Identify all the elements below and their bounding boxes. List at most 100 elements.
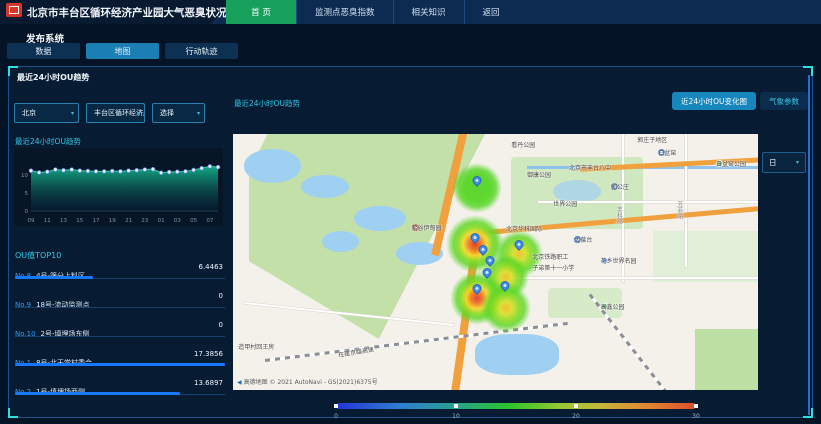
heat-blob bbox=[452, 163, 502, 213]
park-select[interactable]: 丰台区循环经济产 ▾ bbox=[86, 103, 145, 123]
progress-track bbox=[15, 392, 225, 395]
map-place-label-text: 丰科路 bbox=[614, 206, 623, 224]
filter-row: 北京 ▾ 丰台区循环经济产 ▾ 选择 ▾ bbox=[14, 103, 205, 123]
map-button-2[interactable]: 气象参数 bbox=[760, 92, 808, 110]
map-place-label-text: 高鑫公园 bbox=[601, 302, 625, 311]
dashboard-root: 北京市丰台区循环经济产业园大气恶臭状况实时 首 页监测点恶臭指数相关知识返回 发… bbox=[0, 0, 821, 424]
top5-title: OU值TOP10 bbox=[15, 250, 61, 261]
nav-item-1[interactable]: 首 页 bbox=[226, 0, 296, 24]
map-place-label-text: 白盆窑 bbox=[658, 148, 676, 157]
map-place-label-text: 紫谷伊甸园 bbox=[412, 223, 442, 232]
map-place-label-text: 郭庄子地区 bbox=[637, 135, 667, 144]
svg-text:13: 13 bbox=[60, 218, 67, 224]
ou-value: 0 bbox=[219, 292, 223, 300]
scale-marker bbox=[334, 404, 338, 408]
heatmap-map[interactable]: 看丹公园 郭庄子地区御康公园 北京市丰台八中世界公园紫谷伊甸园 北京华科国际大葆台北京… bbox=[233, 134, 758, 390]
map-place-label-text: 郭公庄 bbox=[611, 182, 629, 191]
scale-tick-label: 20 bbox=[572, 413, 580, 420]
svg-text:03: 03 bbox=[174, 218, 181, 224]
map-button-row: 近24小时OU变化图气象参数 bbox=[672, 92, 808, 110]
progress-track bbox=[15, 276, 225, 279]
svg-text:11: 11 bbox=[44, 218, 51, 224]
progress-track bbox=[15, 363, 225, 366]
svg-text:0: 0 bbox=[25, 209, 29, 215]
progress-fill bbox=[15, 392, 180, 395]
app-logo bbox=[6, 3, 22, 17]
scale-tick-label: 30 bbox=[692, 413, 700, 420]
svg-text:15: 15 bbox=[76, 218, 83, 224]
map-overlays: 看丹公园 郭庄子地区御康公园 北京市丰台八中世界公园紫谷伊甸园 北京华科国际大葆台北京… bbox=[233, 134, 758, 390]
ou-value: 6.4463 bbox=[199, 263, 224, 271]
trend-chart-label: 最近24小时OU趋势 bbox=[15, 136, 81, 147]
tab-2[interactable]: 地图 bbox=[86, 43, 159, 59]
svg-text:19: 19 bbox=[109, 218, 116, 224]
tab-3[interactable]: 行动轨迹 bbox=[165, 43, 238, 59]
map-place-label-text: 世界公园 bbox=[553, 199, 577, 208]
map-place-label: 花乡世界名园 bbox=[601, 257, 608, 264]
nav-item-2[interactable]: 监测点恶臭指数 bbox=[296, 0, 393, 24]
map-place-label-text: 看丹公园 bbox=[511, 140, 535, 149]
chevron-down-icon: ▾ bbox=[71, 110, 74, 117]
period-select[interactable]: 日 ▾ bbox=[762, 152, 806, 173]
scale-tick-label: 10 bbox=[452, 413, 460, 420]
map-place-label-text: 白盆窑公园 bbox=[716, 159, 746, 168]
map-place-label: 白盆窑 bbox=[658, 149, 665, 156]
svg-text:05: 05 bbox=[190, 218, 197, 224]
list-item: No.84号-筛分上料区6.4463 bbox=[15, 263, 225, 292]
city-select[interactable]: 北京 ▾ bbox=[14, 103, 79, 123]
app-title: 北京市丰台区循环经济产业园大气恶臭状况实时 bbox=[27, 5, 248, 20]
map-place-label: 高鑫公园 bbox=[601, 303, 608, 310]
map-button-1[interactable]: 近24小时OU变化图 bbox=[672, 92, 756, 110]
svg-text:10: 10 bbox=[21, 173, 28, 179]
map-chart-label: 最近24小时OU趋势 bbox=[234, 98, 300, 109]
map-place-label-text: 在建京雄高速 bbox=[337, 344, 374, 359]
ou-trend-svg: 0510091113151719212301030507 bbox=[15, 148, 223, 226]
period-select-value: 日 bbox=[769, 157, 777, 168]
svg-text:23: 23 bbox=[141, 218, 148, 224]
list-item: No.918号-流动监测点0 bbox=[15, 292, 225, 321]
map-place-label-text: 北京铁路职工 bbox=[532, 252, 568, 261]
progress-track bbox=[15, 334, 225, 337]
map-attribution: 高德地图 © 2021 AutoNavi - GS(2021)6375号 bbox=[237, 377, 378, 386]
list-item: No.18号-北天堂村委会17.3856 bbox=[15, 350, 225, 379]
map-place-label-text: 北京市丰台八中 bbox=[569, 163, 611, 172]
chevron-down-icon: ▾ bbox=[137, 110, 140, 117]
progress-fill bbox=[15, 276, 93, 279]
map-place-label-text: 花乡世界名园 bbox=[601, 256, 637, 265]
map-place-label: 紫谷伊甸园 bbox=[412, 224, 419, 231]
scale-marker bbox=[694, 404, 698, 408]
map-place-label: 白盆窑公园 bbox=[716, 160, 723, 167]
svg-text:5: 5 bbox=[25, 191, 29, 197]
nav-item-4[interactable]: 返回 bbox=[464, 0, 518, 24]
svg-text:07: 07 bbox=[206, 218, 213, 224]
ou-value: 17.3856 bbox=[194, 350, 223, 358]
map-place-label-text: 北京华科国际 bbox=[506, 224, 542, 233]
scale-marker bbox=[574, 404, 578, 408]
progress-fill bbox=[15, 363, 225, 366]
map-place-label-text: 芳菲路 bbox=[675, 201, 684, 219]
city-select-value: 北京 bbox=[22, 108, 36, 118]
heat-scale-legend: 0102030 bbox=[336, 403, 696, 409]
scale-tick-label: 0 bbox=[334, 413, 338, 420]
map-place-label-text: 御康公园 bbox=[527, 170, 551, 179]
svg-text:09: 09 bbox=[28, 218, 35, 224]
ou-value: 13.6897 bbox=[194, 379, 223, 387]
view-tabs: 数据地图行动轨迹 bbox=[7, 43, 238, 59]
nav-item-3[interactable]: 相关知识 bbox=[393, 0, 464, 24]
list-item: No.102号-填埋场东侧0 bbox=[15, 321, 225, 350]
map-place-label-text: 造甲村回王房 bbox=[238, 342, 274, 351]
scale-marker bbox=[454, 404, 458, 408]
svg-text:01: 01 bbox=[158, 218, 165, 224]
ou-trend-chart: 0510091113151719212301030507 bbox=[15, 148, 223, 226]
map-place-label-text: 子弟第十一小学 bbox=[532, 263, 574, 272]
map-place-label: 郭公庄 bbox=[611, 183, 618, 190]
chevron-down-icon: ▾ bbox=[197, 110, 200, 117]
frame-accent-line bbox=[808, 75, 810, 415]
map-place-label: 大葆台 bbox=[574, 236, 581, 243]
top-bar: 北京市丰台区循环经济产业园大气恶臭状况实时 首 页监测点恶臭指数相关知识返回 bbox=[0, 0, 821, 24]
tab-1[interactable]: 数据 bbox=[7, 43, 80, 59]
progress-track bbox=[15, 305, 225, 308]
main-panel: 最近24小时OU趋势 北京 ▾ 丰台区循环经济产 ▾ 选择 ▾ 最近24小时OU… bbox=[8, 66, 813, 418]
panel-title: 最近24小时OU趋势 bbox=[17, 72, 89, 83]
site-select[interactable]: 选择 ▾ bbox=[152, 103, 205, 123]
